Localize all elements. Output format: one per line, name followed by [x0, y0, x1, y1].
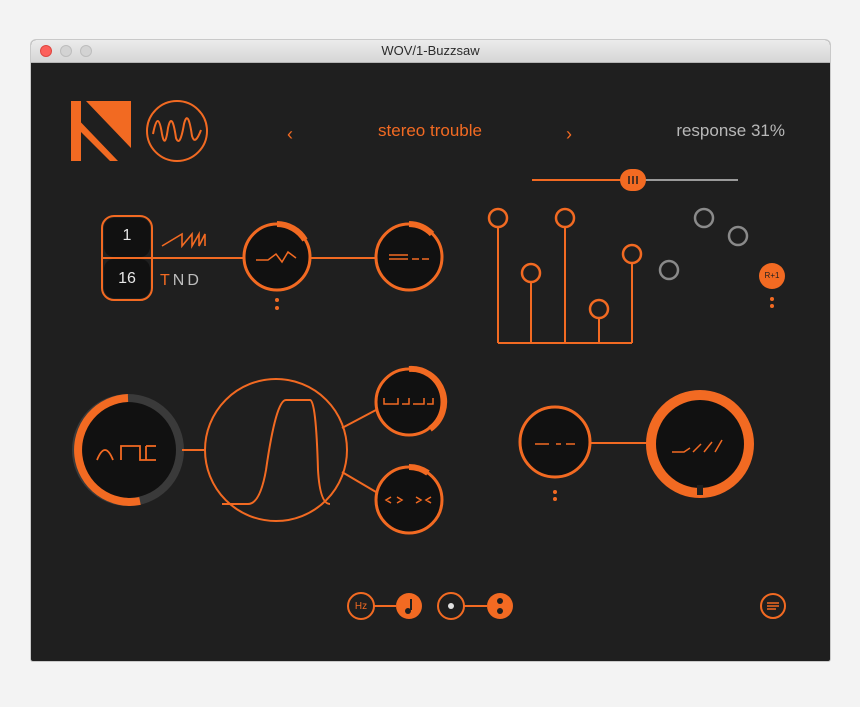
- lollipop-point[interactable]: [588, 298, 610, 320]
- mono-stereo-toggle[interactable]: [437, 592, 513, 620]
- lollipop-point[interactable]: [487, 207, 509, 229]
- signal-line-filter-top: [341, 409, 377, 429]
- stereo-knob[interactable]: [374, 463, 444, 535]
- preset-name[interactable]: stereo trouble: [340, 121, 520, 141]
- hz-label: Hz: [354, 601, 368, 612]
- gate-knob[interactable]: [374, 365, 448, 437]
- delay-knob-menu-dots[interactable]: [553, 490, 557, 501]
- waveform-circle-icon: [146, 100, 208, 162]
- wave-knob[interactable]: [242, 221, 312, 292]
- r-plus-one-menu-dots[interactable]: [770, 297, 774, 308]
- signal-line-filter-bottom: [341, 471, 377, 493]
- response-slider[interactable]: [532, 169, 738, 191]
- sawtooth-icon: [161, 231, 206, 249]
- delay-pattern-knob[interactable]: [518, 405, 592, 479]
- r-plus-one-label: R+1: [764, 271, 780, 280]
- lollipop-point[interactable]: [554, 207, 576, 229]
- lollipop-point-inactive[interactable]: [693, 207, 715, 229]
- filter-curve-display[interactable]: [204, 378, 348, 522]
- pattern-knob[interactable]: [374, 221, 444, 292]
- mode-selector[interactable]: TND: [160, 272, 202, 290]
- lollipop-point[interactable]: [621, 243, 643, 265]
- dot-icon: [448, 603, 454, 609]
- step-value-top[interactable]: 1: [104, 227, 150, 245]
- envelope-shape-knob[interactable]: [72, 394, 184, 506]
- mode-t[interactable]: T: [160, 272, 173, 289]
- wave-knob-menu-dots[interactable]: [275, 298, 279, 310]
- response-label: response 31%: [676, 121, 785, 140]
- step-value-bottom[interactable]: 16: [104, 270, 150, 288]
- lollipop-point[interactable]: [520, 262, 542, 284]
- plugin-canvas: [71, 100, 786, 620]
- k-logo-icon: [71, 101, 131, 161]
- menu-lines-icon[interactable]: [760, 593, 786, 619]
- lollipop-point-inactive[interactable]: [658, 259, 680, 281]
- output-knob[interactable]: [646, 390, 754, 498]
- mode-n[interactable]: N: [173, 272, 188, 289]
- lollipop-point-inactive[interactable]: [727, 225, 749, 247]
- lollipop-graph[interactable]: [487, 207, 749, 344]
- mode-d[interactable]: D: [187, 272, 202, 289]
- next-preset-button[interactable]: ›: [562, 124, 576, 145]
- previous-preset-button[interactable]: ‹: [283, 124, 297, 145]
